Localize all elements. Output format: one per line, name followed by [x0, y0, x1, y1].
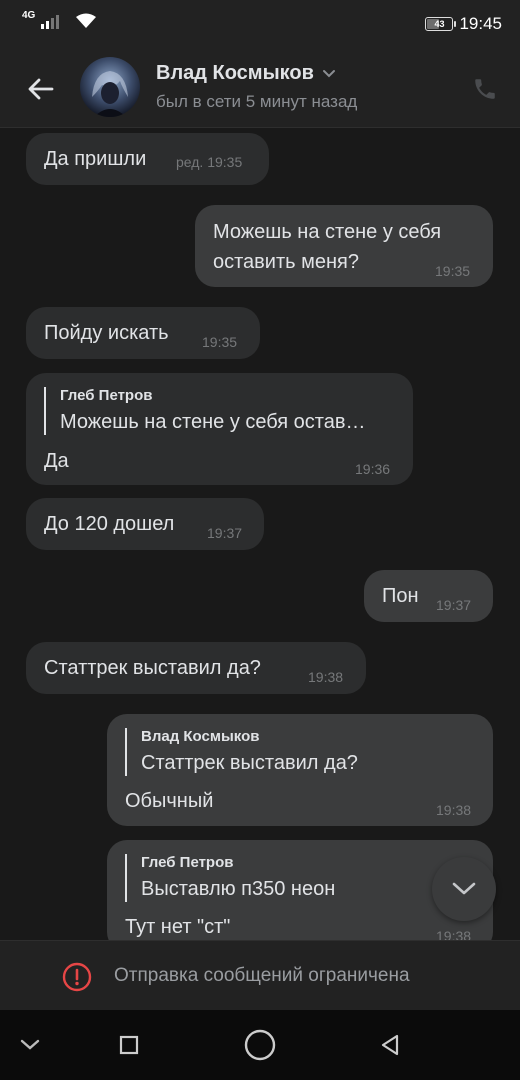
message-time: 19:35: [202, 334, 238, 350]
chevron-down-icon: [322, 69, 335, 77]
network-type: 4G: [22, 10, 36, 21]
reply-quote[interactable]: Глеб Петров Выставлю п350 неон: [125, 854, 335, 902]
nav-back-button[interactable]: [360, 1010, 420, 1080]
message-time: 19:37: [436, 597, 472, 613]
message-time: 19:35: [435, 263, 471, 279]
chevron-down-icon: [452, 882, 476, 895]
contact-name-label: Влад Космыков: [156, 62, 314, 84]
message-bubble[interactable]: Влад Космыков Статтрек выставил да? Обыч…: [107, 714, 493, 826]
chevron-down-icon: [20, 1039, 40, 1050]
square-icon: [119, 1035, 139, 1055]
reply-quote[interactable]: Влад Космыков Статтрек выставил да?: [125, 728, 358, 776]
message-text-line: оставить меня?: [213, 251, 359, 273]
message-text-line: Можешь на стене у себя: [213, 221, 442, 243]
last-seen-status: был в сети 5 минут назад: [156, 92, 358, 111]
reply-text: Статтрек выставил да?: [141, 752, 358, 774]
message-time: 19:37: [207, 525, 243, 541]
reply-quote[interactable]: Глеб Петров Можешь на стене у себя остав…: [44, 387, 365, 435]
restricted-text: Отправка сообщений ограничена: [114, 965, 410, 986]
status-bar: 4G 43 19:45: [0, 0, 520, 48]
circle-icon: [244, 1029, 276, 1061]
message-text: Статтрек выставил да?: [44, 657, 261, 679]
message-text: Пойду искать: [44, 322, 169, 344]
triangle-back-icon: [381, 1034, 399, 1056]
nav-collapse-button[interactable]: [0, 1010, 60, 1080]
contact-name[interactable]: Влад Космыков: [156, 62, 336, 85]
message-text: Да: [44, 450, 69, 472]
reply-author: Влад Космыков: [141, 728, 260, 745]
reply-author: Глеб Петров: [141, 854, 234, 871]
message-bubble[interactable]: Статтрек выставил да? 19:38: [26, 642, 366, 694]
nav-home-button[interactable]: [230, 1010, 290, 1080]
message-bubble[interactable]: Да пришли ред. 19:35: [26, 133, 269, 185]
message-time: 19:36: [355, 461, 391, 477]
message-text: Тут нет "ст": [125, 916, 231, 938]
message-text: Обычный: [125, 790, 214, 812]
signal-icon: [41, 13, 60, 29]
messaging-restricted-bar: Отправка сообщений ограничена: [0, 940, 520, 1010]
message-text: Да пришли: [44, 148, 147, 170]
reply-author: Глеб Петров: [60, 387, 153, 404]
chat-header: Влад Космыков был в сети 5 минут назад: [0, 48, 520, 128]
message-time: 19:38: [436, 802, 472, 818]
message-time: ред. 19:35: [176, 154, 243, 170]
back-arrow-icon[interactable]: [24, 72, 58, 106]
message-text: До 120 дошел: [44, 513, 175, 535]
exclamation-circle-icon: [62, 962, 92, 992]
avatar[interactable]: [80, 57, 140, 117]
message-time: 19:38: [436, 928, 472, 940]
clock: 19:45: [459, 14, 502, 33]
battery-level: 43: [434, 19, 445, 29]
scroll-down-button[interactable]: [432, 857, 496, 921]
message-list[interactable]: Да пришли ред. 19:35 Можешь на стене у с…: [0, 128, 520, 940]
phone-icon[interactable]: [472, 76, 498, 102]
battery-icon: 43: [425, 17, 457, 31]
message-bubble[interactable]: Пойду искать 19:35: [26, 307, 260, 359]
message-bubble[interactable]: Пон 19:37: [364, 570, 493, 622]
wifi-icon: [76, 13, 97, 28]
message-bubble[interactable]: Можешь на стене у себя оставить меня? 19…: [195, 205, 493, 287]
message-time: 19:38: [308, 669, 344, 685]
message-text: Пон: [382, 585, 419, 607]
reply-text: Выставлю п350 неон: [141, 878, 336, 900]
system-nav-bar: [0, 1010, 520, 1080]
reply-text: Можешь на стене у себя остав…: [60, 411, 366, 433]
nav-recents-button[interactable]: [99, 1010, 159, 1080]
message-bubble[interactable]: Глеб Петров Можешь на стене у себя остав…: [26, 373, 413, 485]
message-bubble[interactable]: До 120 дошел 19:37: [26, 498, 264, 550]
